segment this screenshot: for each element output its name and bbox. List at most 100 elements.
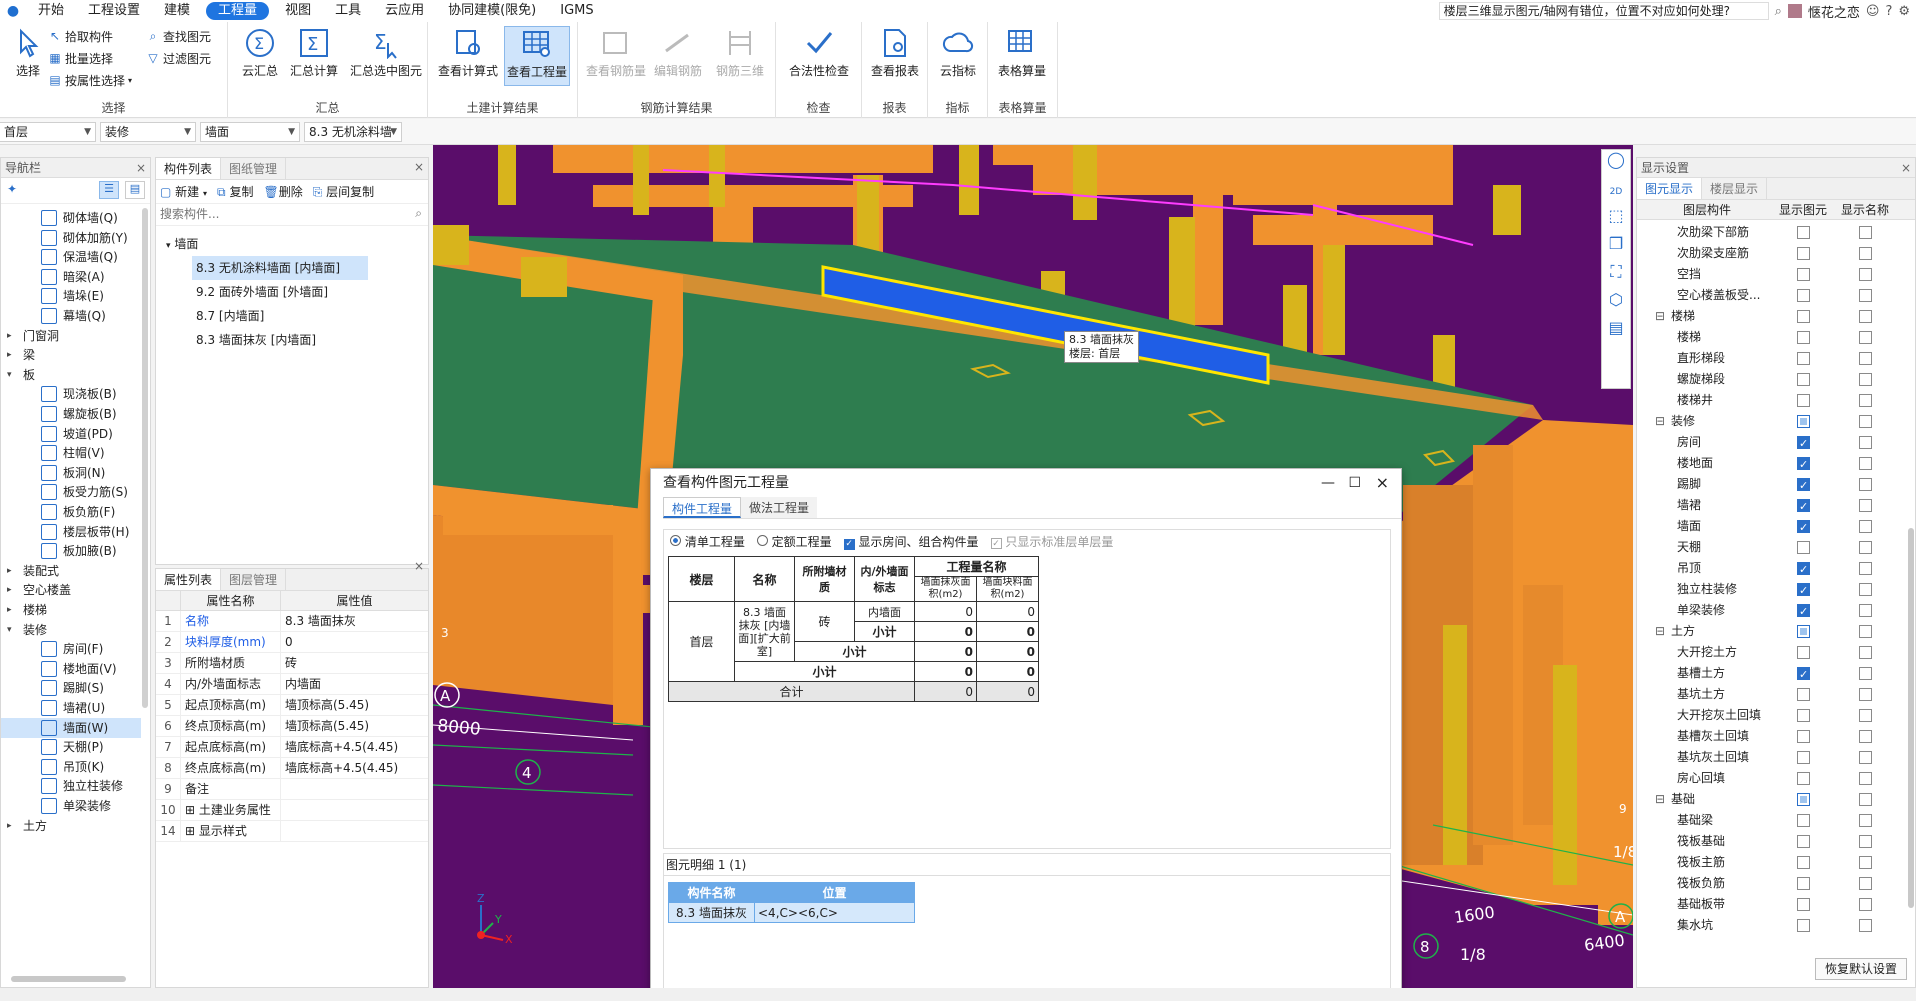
nav-item[interactable]: 墙垛(E) [1, 286, 141, 306]
nav-item[interactable]: 墙面(W) [1, 717, 141, 738]
nav-item[interactable]: ▾ 装修 [1, 620, 141, 640]
3d-box-icon[interactable]: ⬚ [1602, 206, 1630, 234]
type-select[interactable]: 墙面 ▼ [200, 122, 300, 142]
nav-item[interactable]: 墙裙(U) [1, 698, 141, 718]
nav-item[interactable]: 幕墙(Q) [1, 306, 141, 326]
show-name-checkbox[interactable] [1859, 772, 1872, 785]
fit-view-icon[interactable]: ⛶ [1602, 262, 1630, 290]
close-icon[interactable]: × [136, 158, 146, 178]
collapse-icon[interactable]: ⊟ [1655, 789, 1665, 810]
show-element-checkbox[interactable] [1797, 541, 1810, 554]
view-cube-icon[interactable]: ❒ [1602, 234, 1630, 262]
show-element-checkbox[interactable] [1797, 454, 1810, 475]
show-name-checkbox[interactable] [1859, 814, 1872, 827]
delete-button[interactable]: 🗑删除 [263, 183, 302, 200]
menu-item[interactable]: 协同建模(限免) [436, 0, 548, 22]
property-value[interactable] [280, 800, 428, 820]
cloud-index-button[interactable]: 云指标 [930, 26, 986, 86]
search-icon[interactable]: ⌕ [415, 206, 422, 221]
search-icon[interactable]: ⌕ [1775, 4, 1782, 19]
nav-item[interactable]: 楼层板带(H) [1, 522, 141, 542]
minimize-icon[interactable]: — [1321, 469, 1335, 497]
show-element-checkbox[interactable] [1797, 268, 1810, 281]
show-element-checkbox[interactable] [1797, 919, 1810, 932]
close-icon[interactable]: × [414, 160, 424, 174]
show-element-checkbox[interactable] [1797, 625, 1810, 638]
nav-item[interactable]: 板加腋(B) [1, 541, 141, 561]
menu-item[interactable]: 视图 [273, 0, 323, 22]
chevron-down-icon[interactable]: ▾ [7, 365, 17, 385]
show-name-checkbox[interactable] [1859, 415, 1872, 428]
show-name-checkbox[interactable] [1859, 457, 1872, 470]
view-formula-button[interactable]: 查看计算式 [436, 26, 500, 86]
table-calc-button[interactable]: 表格算量 [994, 26, 1050, 86]
close-icon[interactable]: × [414, 559, 424, 573]
show-element-checkbox[interactable] [1797, 247, 1810, 260]
user-name[interactable]: 惬花之恋 [1808, 2, 1860, 21]
show-name-checkbox[interactable] [1859, 646, 1872, 659]
property-row[interactable]: 5 起点顶标高(m) 墙顶标高(5.45) [156, 695, 428, 716]
property-value[interactable]: 墙底标高+4.5(4.45) [280, 758, 428, 778]
nav-item[interactable]: ▸ 门窗洞 [1, 326, 141, 346]
component-tree-root[interactable]: ▾ 墙面 [166, 234, 198, 254]
nav-item[interactable]: 单梁装修 [1, 796, 141, 816]
standard-floor-checkbox[interactable]: ✓ 只显示标准层单层量 [990, 533, 1113, 550]
menu-item[interactable]: 建模 [152, 0, 202, 22]
property-value[interactable]: 砖 [280, 653, 428, 673]
show-element-checkbox[interactable] [1797, 373, 1810, 386]
show-element-checkbox[interactable] [1797, 415, 1810, 428]
nav-item[interactable]: ▸ 土方 [1, 816, 141, 836]
batch-select-button[interactable]: ▦ 批量选择 [48, 48, 113, 68]
list-view-icon[interactable]: ☰ [99, 181, 119, 199]
property-row[interactable]: 14 ⊞ 显示样式 [156, 821, 428, 842]
view-report-button[interactable]: 查看报表 [867, 26, 923, 86]
nav-hscrollbar[interactable] [11, 976, 126, 982]
nav-item[interactable]: 板洞(N) [1, 463, 141, 483]
2d-icon[interactable]: 2D [1602, 178, 1630, 206]
new-button[interactable]: ▢ 新建 ▾ [160, 183, 207, 200]
tab-component-list[interactable]: 构件列表 [156, 158, 222, 179]
settings-icon[interactable]: ⚙ [1898, 4, 1910, 19]
tab-floor-display[interactable]: 楼层显示 [1702, 178, 1768, 199]
show-name-checkbox[interactable] [1859, 394, 1872, 407]
show-element-checkbox[interactable] [1797, 601, 1810, 622]
quota-quantity-radio[interactable]: 定额工程量 [756, 533, 832, 550]
show-element-checkbox[interactable] [1797, 751, 1810, 764]
show-name-checkbox[interactable] [1859, 919, 1872, 932]
menu-item[interactable]: IGMS [548, 0, 605, 22]
show-element-checkbox[interactable] [1797, 433, 1810, 454]
component-item[interactable]: 8.3 墙面抹灰 [内墙面] [192, 328, 422, 352]
show-name-checkbox[interactable] [1859, 604, 1872, 617]
rebar-3d-button[interactable]: 钢筋三维 [710, 26, 770, 86]
find-element-button[interactable]: ⌕ 查找图元 [146, 26, 211, 46]
tab-component-quantity[interactable]: 构件工程量 [663, 497, 742, 518]
collapse-icon[interactable]: ⊟ [1655, 306, 1665, 327]
tab-element-display[interactable]: 图元显示 [1637, 178, 1703, 199]
property-row[interactable]: 4 内/外墙面标志 内墙面 [156, 674, 428, 695]
nav-item[interactable]: 房间(F) [1, 639, 141, 659]
filter-element-button[interactable]: ▽ 过滤图元 [146, 48, 211, 68]
nav-item[interactable]: 砌体加筋(Y) [1, 228, 141, 248]
menu-item[interactable]: 工程设置 [76, 0, 152, 22]
show-name-checkbox[interactable] [1859, 730, 1872, 743]
show-name-checkbox[interactable] [1859, 436, 1872, 449]
menu-item[interactable]: 工具 [323, 0, 373, 22]
show-name-checkbox[interactable] [1859, 667, 1872, 680]
show-element-checkbox[interactable] [1797, 580, 1810, 601]
nav-item[interactable]: 螺旋板(B) [1, 404, 141, 424]
nav-item[interactable]: 现浇板(B) [1, 384, 141, 404]
show-name-checkbox[interactable] [1859, 877, 1872, 890]
validity-check-button[interactable]: 合法性检查 [782, 26, 856, 86]
nav-item[interactable]: 坡道(PD) [1, 424, 141, 444]
tab-property-list[interactable]: 属性列表 [156, 569, 222, 590]
show-name-checkbox[interactable] [1859, 625, 1872, 638]
show-name-checkbox[interactable] [1859, 793, 1872, 806]
nav-item[interactable]: 柱帽(V) [1, 443, 141, 463]
property-value[interactable]: 0 [280, 632, 428, 652]
close-icon[interactable]: × [1901, 158, 1911, 178]
show-room-checkbox[interactable]: ✓ 显示房间、组合构件量 [843, 533, 979, 550]
show-name-checkbox[interactable] [1859, 562, 1872, 575]
nav-item[interactable]: 天棚(P) [1, 737, 141, 757]
bill-quantity-radio[interactable]: 清单工程量 [670, 533, 745, 550]
show-element-checkbox[interactable] [1797, 352, 1810, 365]
